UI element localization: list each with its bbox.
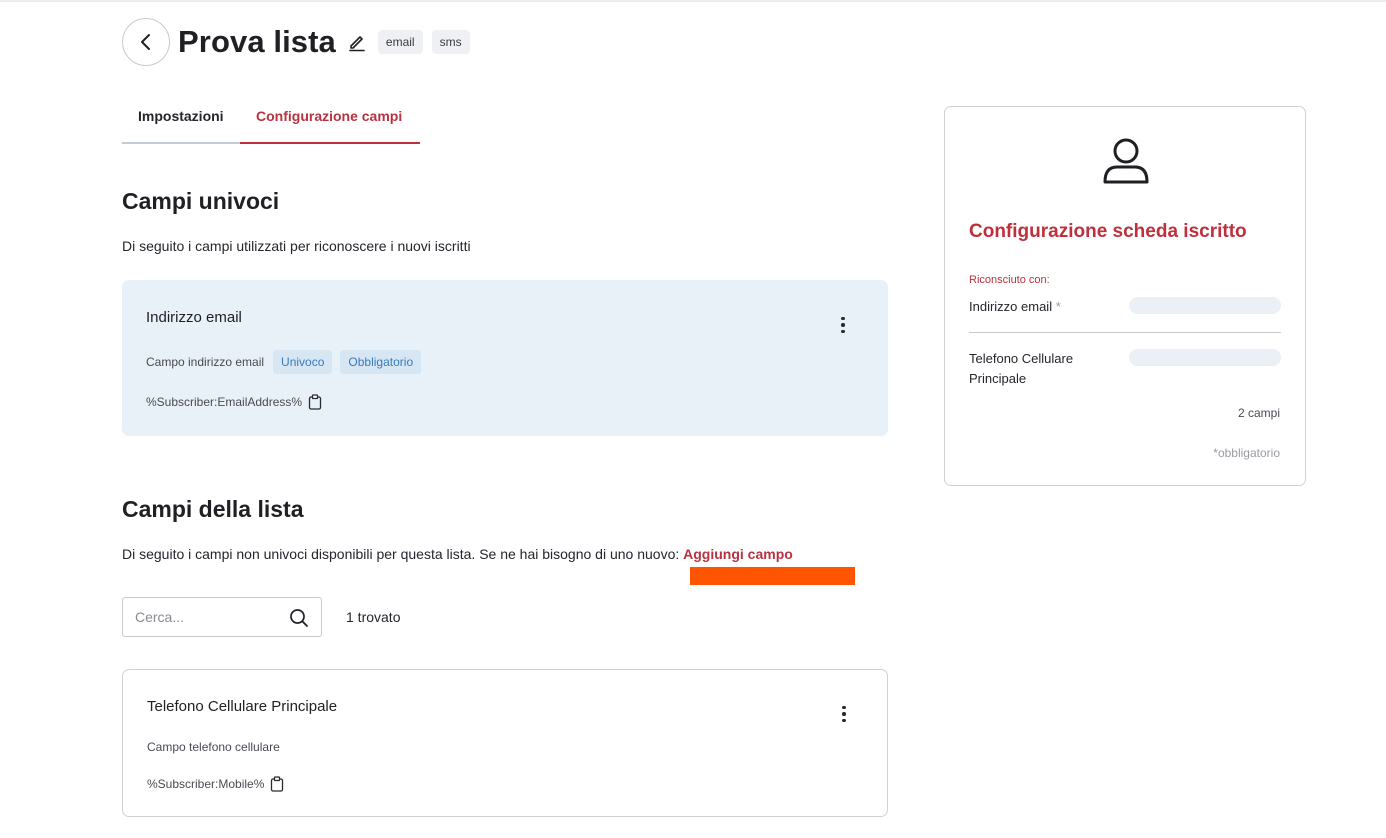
channel-tag-email: email [377, 30, 423, 54]
value-placeholder [1129, 297, 1281, 314]
search-box [122, 597, 322, 637]
subscriber-card-preview: Configurazione scheda iscritto Riconsciu… [944, 106, 1306, 486]
search-icon[interactable] [289, 608, 309, 628]
tab-impostazioni[interactable]: Impostazioni [122, 100, 240, 144]
back-button[interactable] [122, 18, 170, 66]
unique-fields-description: Di seguito i campi utilizzati per ricono… [122, 238, 471, 254]
field-name: Telefono Cellulare Principale [147, 698, 338, 715]
channel-tag-sms: sms [431, 30, 470, 54]
field-variable-text: %Subscriber:Mobile% [147, 777, 265, 791]
list-fields-heading: Campi della lista [122, 496, 304, 522]
field-variable: %Subscriber:Mobile% [147, 776, 284, 792]
required-mark: * [1055, 299, 1061, 314]
tab-configurazione-campi[interactable]: Configurazione campi [240, 100, 420, 144]
pencil-icon[interactable] [347, 32, 367, 52]
search-input[interactable] [123, 598, 283, 636]
kebab-menu-icon[interactable] [834, 315, 852, 335]
top-divider [0, 0, 1386, 2]
badge-obbligatorio: Obbligatorio [340, 350, 422, 374]
chevron-left-icon [136, 32, 156, 52]
field-variable: %Subscriber:EmailAddress% [146, 394, 322, 410]
unique-fields-heading: Campi univoci [122, 188, 280, 214]
list-fields-description: Di seguito i campi non univoci disponibi… [122, 546, 793, 562]
clipboard-icon[interactable] [308, 394, 322, 410]
kebab-menu-icon[interactable] [835, 704, 853, 724]
user-icon [1100, 135, 1152, 185]
panel-field-mobile-line2: Principale [969, 371, 1027, 386]
highlight-marker [690, 567, 855, 585]
fields-count: 2 campi [1237, 406, 1280, 420]
panel-field-mobile-line1: Telefono Cellulare [969, 351, 1074, 366]
unique-field-card: Indirizzo email Campo indirizzo email Un… [122, 280, 888, 436]
panel-field-email: Indirizzo email * [969, 297, 1061, 317]
recognized-label: Riconsciuto con: [969, 274, 1050, 286]
panel-divider [969, 332, 1281, 333]
panel-field-mobile: Telefono Cellulare Principale [969, 349, 1073, 389]
page-header: Prova lista email sms [122, 18, 470, 66]
results-count: 1 trovato [346, 609, 401, 625]
list-fields-description-text: Di seguito i campi non univoci disponibi… [122, 546, 684, 562]
add-field-link[interactable]: Aggiungi campo [683, 546, 793, 562]
field-type-label: Campo telefono cellulare [147, 740, 280, 754]
field-meta: Campo telefono cellulare [147, 740, 280, 754]
required-note: *obbligatorio [1213, 446, 1280, 460]
value-placeholder [1129, 349, 1281, 366]
badge-univoco: Univoco [273, 350, 333, 374]
panel-title: Configurazione scheda iscritto [969, 221, 1247, 242]
tab-bar: Impostazioni Configurazione campi [122, 100, 420, 144]
clipboard-icon[interactable] [270, 776, 284, 792]
list-field-card: Telefono Cellulare Principale Campo tele… [122, 669, 888, 817]
field-type-label: Campo indirizzo email [146, 355, 265, 369]
field-name: Indirizzo email [146, 309, 242, 326]
field-variable-text: %Subscriber:EmailAddress% [146, 395, 303, 409]
field-meta: Campo indirizzo email Univoco Obbligator… [146, 350, 422, 374]
page-title: Prova lista [178, 24, 336, 59]
panel-field-email-label: Indirizzo email [969, 299, 1053, 314]
